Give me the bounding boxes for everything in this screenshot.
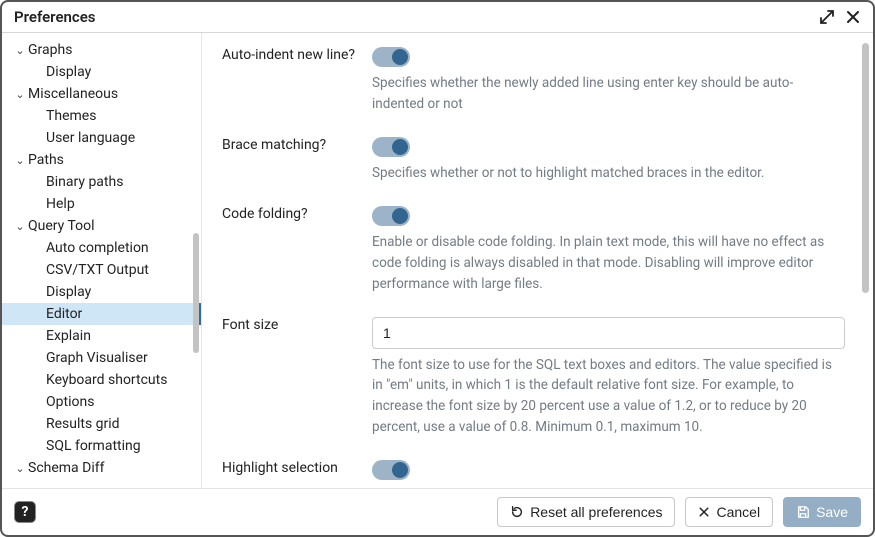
- autoindent-toggle[interactable]: [372, 47, 410, 67]
- brace-toggle[interactable]: [372, 137, 410, 157]
- sidebar-item-graphvis[interactable]: Graph Visualiser: [2, 347, 201, 369]
- chevron-down-icon: ⌄: [12, 220, 28, 233]
- sidebar-item-csvtxt[interactable]: CSV/TXT Output: [2, 259, 201, 281]
- folding-label: Code folding?: [222, 206, 372, 295]
- expand-icon[interactable]: [819, 9, 835, 25]
- sidebar-group-paths[interactable]: ⌄Paths: [2, 149, 201, 171]
- sidebar-group-misc[interactable]: ⌄Miscellaneous: [2, 83, 201, 105]
- folding-toggle[interactable]: [372, 206, 410, 226]
- fontsize-label: Font size: [222, 317, 372, 439]
- sidebar-item-keyboard[interactable]: Keyboard shortcuts: [2, 369, 201, 391]
- autoindent-desc: Specifies whether the newly added line u…: [372, 73, 845, 115]
- autoindent-label: Auto-indent new line?: [222, 47, 372, 115]
- save-button[interactable]: Save: [783, 497, 861, 527]
- cancel-button[interactable]: Cancel: [685, 497, 773, 527]
- chevron-down-icon: ⌄: [12, 44, 28, 57]
- content-scrollbar[interactable]: [862, 43, 869, 293]
- highlight-toggle[interactable]: [372, 460, 410, 480]
- chevron-down-icon: ⌄: [12, 88, 28, 101]
- save-icon: [796, 505, 810, 519]
- sidebar-group-schemadiff[interactable]: ⌄Schema Diff: [2, 457, 201, 479]
- sidebar-item-autocompletion[interactable]: Auto completion: [2, 237, 201, 259]
- chevron-down-icon: ⌄: [12, 154, 28, 167]
- help-button[interactable]: ?: [14, 501, 36, 523]
- sidebar-item-themes[interactable]: Themes: [2, 105, 201, 127]
- reset-button[interactable]: Reset all preferences: [497, 497, 675, 527]
- chevron-down-icon: ⌄: [12, 462, 28, 475]
- reset-icon: [510, 505, 524, 519]
- sidebar-group-querytool[interactable]: ⌄Query Tool: [2, 215, 201, 237]
- highlight-label: Highlight selection: [222, 460, 372, 480]
- close-icon: [698, 506, 710, 518]
- sidebar-item-results[interactable]: Results grid: [2, 413, 201, 435]
- sidebar-item-display2[interactable]: Display: [2, 281, 201, 303]
- sidebar-item-help[interactable]: Help: [2, 193, 201, 215]
- sidebar: ⌄Graphs Display ⌄Miscellaneous Themes Us…: [2, 33, 202, 488]
- sidebar-item-binarypaths[interactable]: Binary paths: [2, 171, 201, 193]
- sidebar-item-sqlfmt[interactable]: SQL formatting: [2, 435, 201, 457]
- sidebar-item-userlang[interactable]: User language: [2, 127, 201, 149]
- sidebar-item-display[interactable]: Display: [2, 61, 201, 83]
- sidebar-item-options[interactable]: Options: [2, 391, 201, 413]
- sidebar-item-explain[interactable]: Explain: [2, 325, 201, 347]
- sidebar-group-graphs[interactable]: ⌄Graphs: [2, 39, 201, 61]
- sidebar-scrollbar[interactable]: [193, 233, 199, 353]
- sidebar-item-editor[interactable]: Editor: [2, 303, 201, 325]
- brace-desc: Specifies whether or not to highlight ma…: [372, 163, 845, 184]
- brace-label: Brace matching?: [222, 137, 372, 184]
- content-pane: Auto-indent new line? Specifies whether …: [202, 33, 873, 488]
- fontsize-desc: The font size to use for the SQL text bo…: [372, 355, 845, 439]
- fontsize-input[interactable]: [372, 317, 845, 349]
- folding-desc: Enable or disable code folding. In plain…: [372, 232, 845, 295]
- close-icon[interactable]: [845, 9, 861, 25]
- window-title: Preferences: [14, 8, 96, 26]
